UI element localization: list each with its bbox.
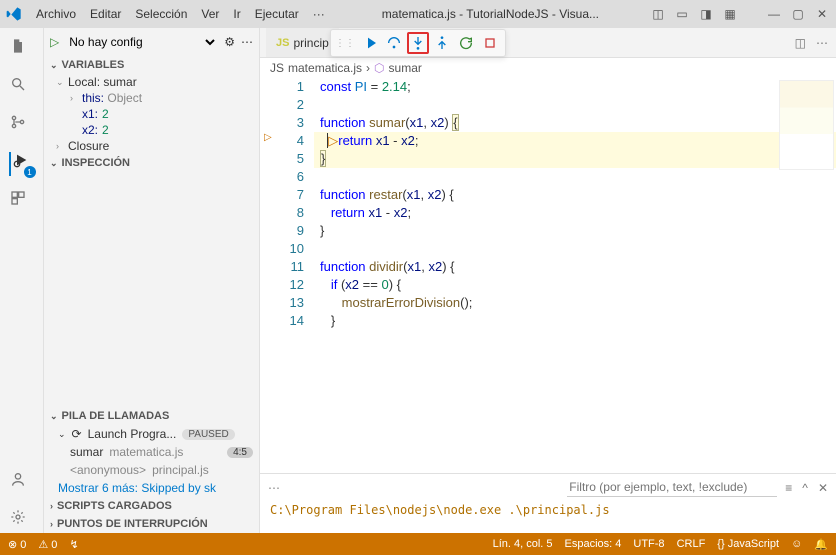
- vscode-logo-icon: [6, 6, 22, 22]
- accounts-icon[interactable]: [10, 471, 34, 495]
- line-numbers: 1234567891011121314: [280, 78, 314, 473]
- callstack-frame-1[interactable]: sumar matematica.js 4:5: [44, 443, 259, 461]
- debug-toolbar[interactable]: ⋮⋮: [330, 29, 506, 57]
- scope-closure[interactable]: ›Closure: [56, 138, 259, 154]
- menu-ir[interactable]: Ir: [227, 5, 246, 23]
- menu-seleccion[interactable]: Selección: [129, 5, 193, 23]
- menu-ejecutar[interactable]: Ejecutar: [249, 5, 305, 23]
- menu-archivo[interactable]: Archivo: [30, 5, 82, 23]
- debug-console-output: C:\Program Files\nodejs\node.exe .\princ…: [260, 501, 836, 519]
- title-bar: Archivo Editar Selección Ver Ir Ejecutar…: [0, 0, 836, 28]
- status-indent[interactable]: Espacios: 4: [565, 538, 622, 551]
- continue-icon[interactable]: [359, 32, 381, 54]
- status-lang[interactable]: {} JavaScript: [717, 538, 779, 551]
- debug-sidebar: ▷ No hay config ⚙ ⋯ ⌄VARIABLES ⌄Local: s…: [44, 28, 260, 533]
- toggle-panel-right-icon[interactable]: ◨: [698, 6, 714, 22]
- tab-more-icon[interactable]: ⋯: [816, 36, 828, 50]
- editor-area: JSprincip ⋮⋮ ◫ ⋯ JS matematica.js› ⬡ sum…: [260, 28, 836, 533]
- callstack-frame-2[interactable]: <anonymous> principal.js: [44, 461, 259, 479]
- status-bar: ⊗ 0 ⚠ 0 ↯ Lín. 4, col. 5 Espacios: 4 UTF…: [0, 533, 836, 555]
- var-x1[interactable]: x1:2: [56, 106, 259, 122]
- debug-config-bar: ▷ No hay config ⚙ ⋯: [44, 28, 259, 56]
- panel-close-icon[interactable]: ✕: [818, 481, 828, 495]
- menu-bar: Archivo Editar Selección Ver Ir Ejecutar…: [30, 5, 331, 23]
- tab-principal[interactable]: JSprincip: [266, 28, 339, 57]
- js-file-icon: JS: [270, 61, 284, 75]
- run-debug-icon[interactable]: 1: [9, 152, 33, 176]
- callstack-skipped[interactable]: Mostrar 6 más: Skipped by sk: [44, 479, 259, 497]
- var-this[interactable]: ›this: Object: [56, 90, 259, 106]
- status-feedback-icon[interactable]: ☺: [791, 538, 802, 551]
- panel-maximize-icon[interactable]: ^: [802, 481, 808, 495]
- explorer-icon[interactable]: [10, 38, 34, 62]
- filter-settings-icon[interactable]: ≡: [785, 481, 792, 495]
- split-editor-icon[interactable]: ◫: [795, 36, 806, 50]
- restart-icon[interactable]: [455, 32, 477, 54]
- menu-editar[interactable]: Editar: [84, 5, 127, 23]
- panel: ⋯ ≡ ^ ✕ C:\Program Files\nodejs\node.exe…: [260, 473, 836, 533]
- activity-bar: 1: [0, 28, 44, 533]
- variables-tree: ⌄Local: sumar ›this: Object x1:2 x2:2 ›C…: [44, 74, 259, 154]
- start-debug-icon[interactable]: ▷: [50, 35, 59, 49]
- layout-controls: ◫ ▭ ◨ ▦ — ▢ ✕: [650, 6, 830, 22]
- status-eol[interactable]: CRLF: [677, 538, 706, 551]
- window-title: matematica.js - TutorialNodeJS - Visua..…: [335, 7, 646, 21]
- callstack-thread[interactable]: ⌄⟳ Launch Progra... PAUSED: [44, 425, 259, 443]
- status-encoding[interactable]: UTF-8: [633, 538, 664, 551]
- debug-more-icon[interactable]: ⋯: [241, 35, 253, 49]
- js-file-icon: JS: [276, 37, 289, 49]
- source-control-icon[interactable]: [10, 114, 34, 138]
- status-cursor[interactable]: Lín. 4, col. 5: [493, 538, 553, 551]
- editor-tabs: JSprincip ⋮⋮ ◫ ⋯: [260, 28, 836, 58]
- drag-grip-icon[interactable]: ⋮⋮: [335, 38, 355, 49]
- step-out-icon[interactable]: [431, 32, 453, 54]
- menu-overflow[interactable]: ···: [307, 5, 331, 23]
- stop-icon[interactable]: [479, 32, 501, 54]
- extensions-icon[interactable]: [10, 190, 34, 214]
- debug-config-select[interactable]: No hay config: [65, 34, 218, 50]
- panel-overflow-icon[interactable]: ⋯: [268, 481, 280, 495]
- customize-layout-icon[interactable]: ▦: [722, 6, 738, 22]
- status-warnings[interactable]: ⚠ 0: [38, 538, 57, 551]
- menu-ver[interactable]: Ver: [195, 5, 225, 23]
- search-icon[interactable]: [10, 76, 34, 100]
- code-body[interactable]: const PI = 2.14; function sumar(x1, x2) …: [314, 78, 836, 473]
- debug-settings-gear-icon[interactable]: ⚙: [224, 35, 235, 49]
- step-into-icon[interactable]: [407, 32, 429, 54]
- toggle-panel-left-icon[interactable]: ◫: [650, 6, 666, 22]
- scope-local[interactable]: ⌄Local: sumar: [56, 74, 259, 90]
- breakpoint-gutter[interactable]: ▷: [260, 78, 280, 473]
- section-breakpoints[interactable]: ›PUNTOS DE INTERRUPCIÓN: [44, 515, 259, 533]
- settings-gear-icon[interactable]: [10, 509, 34, 533]
- step-over-icon[interactable]: [383, 32, 405, 54]
- var-x2[interactable]: x2:2: [56, 122, 259, 138]
- symbol-icon: ⬡: [374, 61, 384, 75]
- code-editor[interactable]: ▷ 1234567891011121314 const PI = 2.14; f…: [260, 78, 836, 473]
- section-inspeccion[interactable]: ⌄INSPECCIÓN: [44, 154, 259, 172]
- minimize-icon[interactable]: —: [766, 6, 782, 22]
- filter-input[interactable]: [567, 478, 777, 497]
- section-scripts[interactable]: ›SCRIPTS CARGADOS: [44, 497, 259, 515]
- toggle-panel-bottom-icon[interactable]: ▭: [674, 6, 690, 22]
- breadcrumb[interactable]: JS matematica.js› ⬡ sumar: [260, 58, 836, 78]
- close-icon[interactable]: ✕: [814, 6, 830, 22]
- section-variables[interactable]: ⌄VARIABLES: [44, 56, 259, 74]
- debug-badge: 1: [24, 166, 36, 178]
- status-errors[interactable]: ⊗ 0: [8, 538, 26, 551]
- minimap[interactable]: [779, 80, 834, 170]
- section-callstack[interactable]: ⌄PILA DE LLAMADAS: [44, 407, 259, 425]
- status-debug-icon[interactable]: ↯: [69, 538, 78, 551]
- current-exec-pointer-icon: ▷: [260, 132, 280, 143]
- maximize-icon[interactable]: ▢: [790, 6, 806, 22]
- status-bell-icon[interactable]: 🔔: [814, 538, 828, 551]
